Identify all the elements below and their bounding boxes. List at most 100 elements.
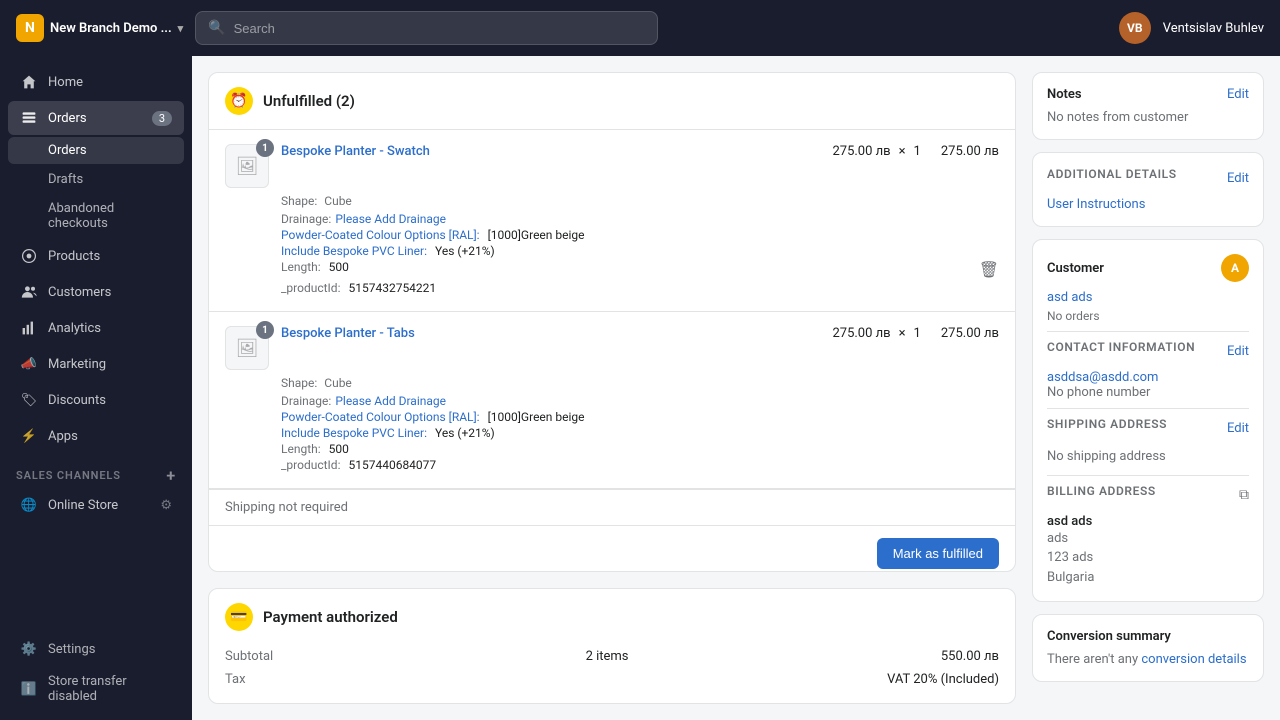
additional-details-edit-button[interactable]: Edit	[1227, 171, 1249, 186]
sidebar-item-settings[interactable]: ⚙️ Settings	[8, 633, 184, 665]
item-length: Length: 500	[225, 442, 999, 456]
gear-icon[interactable]: ⚙	[160, 498, 172, 513]
unfulfilled-header: ⏰ Unfulfilled (2)	[209, 73, 1015, 130]
shipping-address-title: SHIPPING ADDRESS	[1047, 417, 1167, 431]
item-qty-badge: 1	[256, 139, 274, 157]
unfulfilled-status-icon: ⏰	[225, 87, 253, 115]
analytics-icon	[20, 319, 38, 337]
pid-label: _productId:	[281, 281, 340, 295]
shipping-address-edit-button[interactable]: Edit	[1227, 421, 1249, 436]
right-panel: Notes Edit No notes from customer ADDITI…	[1032, 72, 1264, 704]
liner-value: Yes (+21%)	[435, 244, 495, 258]
order-item: 🖼 1 Bespoke Planter - Swatch 275.00 лв ×…	[209, 130, 1015, 312]
liner-label[interactable]: Include Bespoke PVC Liner:	[281, 426, 427, 440]
chevron-down-icon: ▾	[178, 22, 184, 35]
mark-fulfilled-button[interactable]: Mark as fulfilled	[877, 538, 999, 569]
sidebar-subitem-orders[interactable]: Orders	[8, 137, 184, 164]
store-icon: N	[16, 14, 44, 42]
payment-header: 💳 Payment authorized	[209, 589, 1015, 645]
sidebar-item-label: Online Store	[48, 498, 118, 513]
sidebar-subitem-drafts[interactable]: Drafts	[8, 166, 184, 193]
search-bar[interactable]: 🔍	[195, 11, 658, 45]
user-instructions-label: User Instructions	[1047, 197, 1249, 212]
orders-badge: 3	[152, 111, 172, 126]
sidebar-subitem-abandoned[interactable]: Abandoned checkouts	[8, 195, 184, 237]
sidebar-item-label: Customers	[48, 285, 111, 300]
payment-card: 💳 Payment authorized Subtotal 2 items 55…	[208, 588, 1016, 704]
shipping-row: Shipping not required	[209, 489, 1015, 525]
billing-line1: ads	[1047, 529, 1249, 549]
order-item: 🖼 1 Bespoke Planter - Tabs 275.00 лв × 1…	[209, 312, 1015, 489]
item-shape: Shape: Cube	[281, 376, 999, 390]
sidebar-item-home[interactable]: Home	[8, 65, 184, 99]
item-multiplier: ×	[899, 326, 906, 341]
item-qty: 1	[914, 326, 921, 341]
search-input[interactable]	[234, 21, 645, 36]
item-multiplier: ×	[899, 144, 906, 159]
item-name[interactable]: Bespoke Planter - Swatch	[281, 144, 430, 159]
colour-value: [1000]Green beige	[488, 410, 585, 424]
add-sales-channel-button[interactable]: +	[166, 466, 176, 485]
sidebar-item-label: Settings	[48, 642, 95, 657]
contact-email[interactable]: asddsa@asdd.com	[1047, 370, 1249, 385]
sidebar-item-apps[interactable]: ⚡ Apps	[8, 419, 184, 453]
notes-edit-button[interactable]: Edit	[1227, 87, 1249, 102]
conversion-panel: Conversion summary There aren't any conv…	[1032, 614, 1264, 682]
unfulfilled-title: Unfulfilled (2)	[263, 92, 355, 110]
sidebar-item-marketing[interactable]: 📣 Marketing	[8, 347, 184, 381]
conversion-title: Conversion summary	[1047, 629, 1171, 644]
item-liner: Include Bespoke PVC Liner: Yes (+21%)	[225, 244, 999, 258]
sidebar-item-orders[interactable]: Orders 3	[8, 101, 184, 135]
sidebar-item-analytics[interactable]: Analytics	[8, 311, 184, 345]
customer-avatar: A	[1221, 254, 1249, 282]
drainage-value: Please Add Drainage	[335, 394, 446, 408]
liner-value: Yes (+21%)	[435, 426, 495, 440]
billing-line2: 123 ads	[1047, 548, 1249, 568]
colour-label[interactable]: Powder-Coated Colour Options [RAL]:	[281, 228, 480, 242]
delete-item-button[interactable]: 🗑	[979, 260, 999, 279]
item-qty-badge: 1	[256, 321, 274, 339]
contact-edit-button[interactable]: Edit	[1227, 344, 1249, 359]
notes-title: Notes	[1047, 87, 1082, 102]
pid-value: 5157432754221	[348, 281, 436, 295]
sidebar-item-store-transfer: ℹ️ Store transfer disabled	[8, 667, 184, 711]
customers-icon	[20, 283, 38, 301]
shape-value: Cube	[324, 194, 352, 208]
additional-details-panel: ADDITIONAL DETAILS Edit User Instruction…	[1032, 152, 1264, 227]
colour-label[interactable]: Powder-Coated Colour Options [RAL]:	[281, 410, 480, 424]
unfulfilled-card: ⏰ Unfulfilled (2) 🖼 1 Bespoke Planter - …	[208, 72, 1016, 572]
online-store-icon: 🌐	[20, 496, 38, 514]
item-image-placeholder: 🖼	[236, 338, 259, 359]
conversion-details-link[interactable]: conversion details	[1141, 652, 1246, 667]
copy-billing-button[interactable]: ⧉	[1239, 487, 1249, 503]
colour-value: [1000]Green beige	[488, 228, 585, 242]
sidebar: Home Orders 3 Orders Drafts Abandoned ch…	[0, 56, 192, 720]
item-length: Length: 500 🗑	[225, 260, 999, 279]
sidebar-item-label: Analytics	[48, 321, 101, 336]
shape-label: Shape:	[281, 194, 317, 208]
sidebar-item-label: Apps	[48, 429, 78, 444]
item-colour: Powder-Coated Colour Options [RAL]: [100…	[225, 228, 999, 242]
home-icon	[20, 73, 38, 91]
contact-phone: No phone number	[1047, 385, 1249, 400]
avatar[interactable]: VB	[1119, 12, 1151, 44]
liner-label[interactable]: Include Bespoke PVC Liner:	[281, 244, 427, 258]
item-name[interactable]: Bespoke Planter - Tabs	[281, 326, 415, 341]
subtotal-items: 2 items	[586, 649, 629, 664]
sidebar-item-customers[interactable]: Customers	[8, 275, 184, 309]
store-selector[interactable]: N New Branch Demo ... ▾	[16, 14, 183, 42]
sidebar-item-online-store[interactable]: 🌐 Online Store ⚙	[8, 490, 184, 520]
additional-details-title: ADDITIONAL DETAILS	[1047, 167, 1177, 181]
settings-icon: ⚙️	[20, 640, 38, 658]
customer-name-link[interactable]: asd ads	[1047, 290, 1092, 305]
sidebar-item-discounts[interactable]: 🏷 Discounts	[8, 383, 184, 417]
customer-panel: Customer A asd ads No orders CONTACT INF…	[1032, 239, 1264, 602]
item-drainage: Drainage: Please Add Drainage	[225, 212, 999, 226]
apps-icon: ⚡	[20, 427, 38, 445]
sidebar-item-products[interactable]: Products	[8, 239, 184, 273]
search-icon: 🔍	[208, 20, 225, 36]
user-name: Ventsislav Buhlev	[1163, 21, 1264, 36]
item-image-placeholder: 🖼	[236, 156, 259, 177]
btn-row: Mark as fulfilled	[209, 525, 1015, 572]
length-value: 500	[329, 442, 349, 456]
